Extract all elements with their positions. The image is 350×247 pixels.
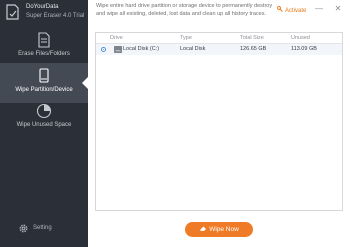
pie-chart-icon bbox=[36, 103, 52, 119]
sidebar-item-label: Wipe Partition/Device bbox=[15, 87, 73, 93]
hard-disk-icon bbox=[114, 46, 122, 53]
column-header-drive[interactable]: Drive bbox=[110, 35, 123, 41]
cell-unused: 113.09 GB bbox=[291, 46, 317, 52]
app-logo-icon bbox=[6, 4, 19, 20]
wipe-now-button[interactable]: Wipe Now bbox=[185, 222, 253, 237]
table-header: Drive Type Total Size Unused bbox=[96, 33, 342, 44]
eraser-icon bbox=[200, 226, 207, 231]
cell-drive: Local Disk (C:) bbox=[123, 46, 160, 52]
sidebar-item-label: Erase Files/Folders bbox=[18, 51, 70, 57]
sidebar-item-wipe-unused[interactable]: Wipe Unused Space bbox=[0, 98, 88, 138]
app-name: DoYourData bbox=[26, 4, 59, 10]
minimize-button[interactable]: — bbox=[314, 4, 324, 14]
brand: DoYourData Super Eraser 4.0 Trial bbox=[4, 3, 88, 23]
wipe-now-label: Wipe Now bbox=[209, 226, 239, 233]
activate-label: Activate bbox=[285, 8, 307, 14]
sidebar: DoYourData Super Eraser 4.0 Trial Erase … bbox=[0, 0, 88, 247]
column-header-unused[interactable]: Unused bbox=[291, 35, 310, 41]
sidebar-item-erase-files[interactable]: Erase Files/Folders bbox=[0, 27, 88, 67]
drive-icon bbox=[39, 68, 49, 83]
drive-table: Drive Type Total Size Unused Local Disk … bbox=[95, 32, 343, 211]
key-icon bbox=[277, 6, 283, 12]
close-button[interactable]: ✕ bbox=[333, 4, 343, 14]
activate-link[interactable]: Activate bbox=[277, 6, 306, 14]
cell-type: Local Disk bbox=[180, 46, 206, 52]
page-description: Wipe entire hard drive partition or stor… bbox=[96, 3, 273, 17]
row-radio-button[interactable] bbox=[101, 47, 106, 52]
gear-icon bbox=[19, 224, 28, 233]
table-row[interactable]: Local Disk (C:) Local Disk 126.65 GB 113… bbox=[96, 44, 342, 55]
column-header-total-size[interactable]: Total Size bbox=[240, 35, 264, 41]
column-header-type[interactable]: Type bbox=[180, 35, 192, 41]
sidebar-item-wipe-partition[interactable]: Wipe Partition/Device bbox=[0, 63, 88, 103]
app-edition: Super Eraser 4.0 Trial bbox=[26, 13, 85, 19]
setting-label: Setting bbox=[33, 225, 52, 231]
main-panel: Wipe entire hard drive partition or stor… bbox=[88, 0, 350, 247]
sidebar-item-label: Wipe Unused Space bbox=[16, 122, 72, 128]
document-icon bbox=[38, 32, 50, 48]
cell-total-size: 126.65 GB bbox=[240, 46, 267, 52]
